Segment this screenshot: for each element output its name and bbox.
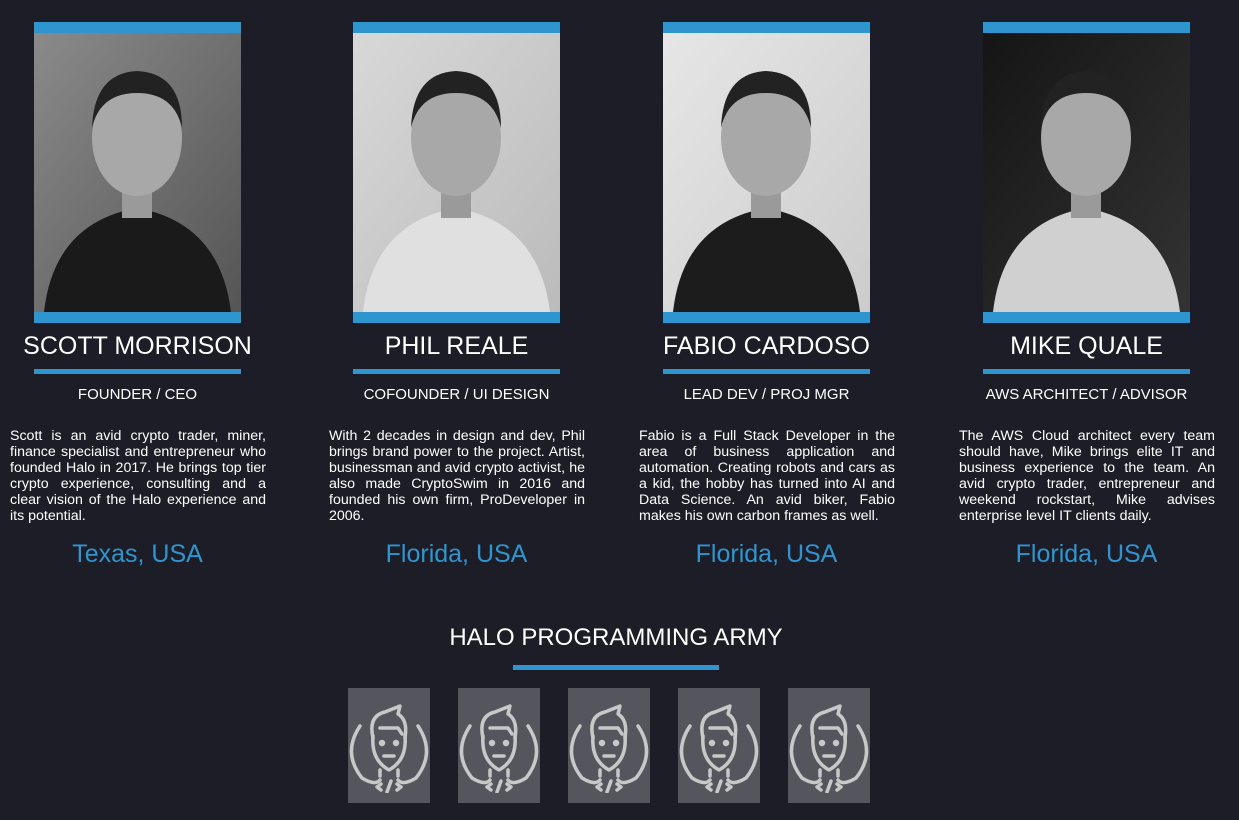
team-member-name: SCOTT MORRISON: [23, 332, 252, 360]
army-member-tile: [788, 688, 870, 803]
team-member-photo: [663, 22, 870, 323]
team-member-location: Florida, USA: [1015, 540, 1158, 568]
name-underline: [34, 369, 241, 374]
team-member-photo: [353, 22, 560, 323]
team-member-role: COFOUNDER / UI DESIGN: [363, 386, 550, 403]
team-member-name: MIKE QUALE: [1010, 332, 1163, 360]
team-member-bio: Fabio is a Full Stack Developer in the a…: [639, 428, 895, 524]
team-member-photo: [34, 22, 241, 323]
team-member-location: Florida, USA: [695, 540, 838, 568]
team-member-bio: The AWS Cloud architect every team shoul…: [959, 428, 1215, 524]
team-member-role: LEAD DEV / PROJ MGR: [683, 386, 850, 403]
team-member-name: FABIO CARDOSO: [663, 332, 870, 360]
team-member-location: Florida, USA: [385, 540, 528, 568]
name-underline: [983, 369, 1190, 374]
team-member-role: AWS ARCHITECT / ADVISOR: [985, 386, 1188, 403]
army-member-tile: [568, 688, 650, 803]
army-member-tile: [678, 688, 760, 803]
team-member-bio: Scott is an avid crypto trader, miner, f…: [10, 428, 266, 524]
army-title: HALO PROGRAMMING ARMY: [449, 624, 783, 651]
army-member-tile: [458, 688, 540, 803]
team-member-photo: [983, 22, 1190, 323]
army-title-underline: [513, 665, 719, 670]
army-member-tile: [348, 688, 430, 803]
team-member-bio: With 2 decades in design and dev, Phil b…: [329, 428, 585, 524]
developer-avatar-icon: [569, 704, 649, 793]
team-member-role: FOUNDER / CEO: [77, 386, 198, 403]
team-member-name: PHIL REALE: [384, 332, 529, 360]
name-underline: [353, 369, 560, 374]
developer-avatar-icon: [789, 704, 869, 793]
developer-avatar-icon: [459, 704, 539, 793]
developer-avatar-icon: [349, 704, 429, 793]
developer-avatar-icon: [679, 704, 759, 793]
team-member-location: Texas, USA: [72, 540, 203, 568]
name-underline: [663, 369, 870, 374]
